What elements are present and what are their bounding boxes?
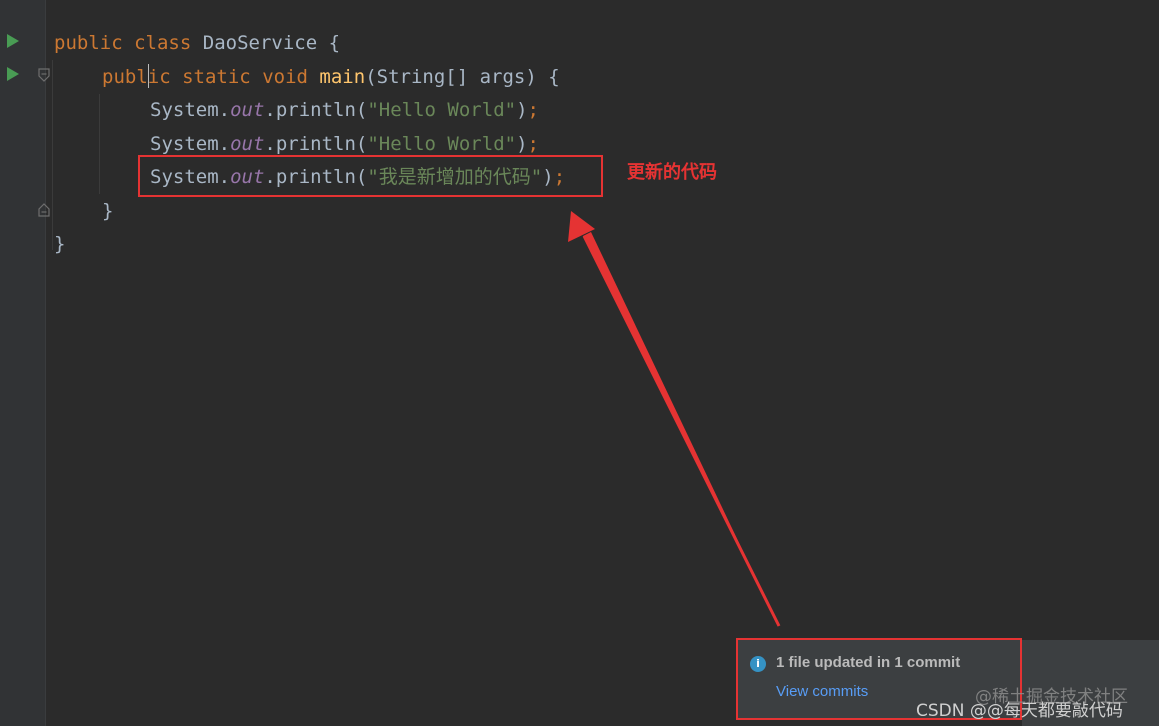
- notification-title: 1 file updated in 1 commit: [776, 654, 961, 671]
- annotation-arrow: [568, 211, 781, 627]
- csdn-watermark: CSDN @@每天都要敲代码: [916, 701, 1123, 721]
- info-icon: i: [750, 656, 766, 672]
- view-commits-link[interactable]: View commits: [776, 683, 868, 700]
